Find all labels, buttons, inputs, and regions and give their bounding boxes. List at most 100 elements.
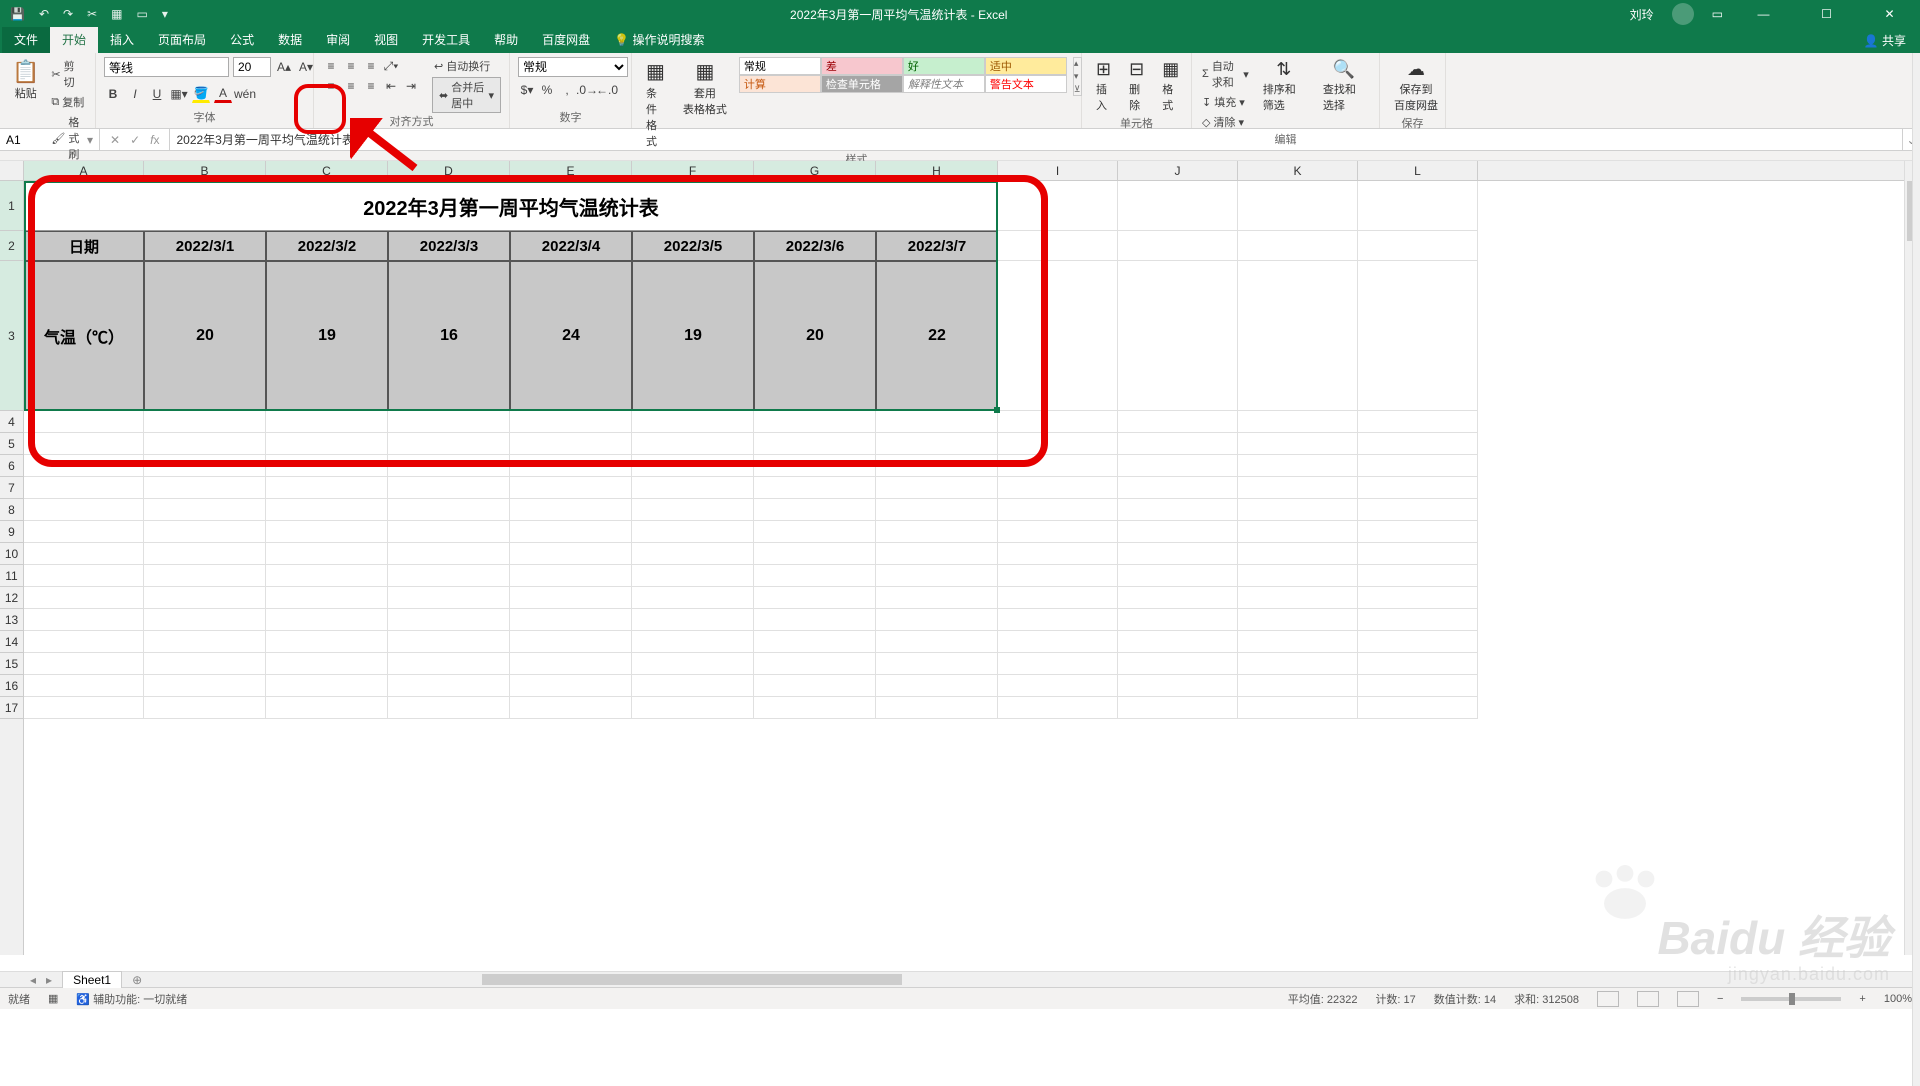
currency-icon[interactable]: $▾ xyxy=(518,81,536,99)
cell[interactable] xyxy=(1358,697,1478,719)
table-value-cell[interactable]: 20 xyxy=(144,261,266,411)
tab-file[interactable]: 文件 xyxy=(2,27,50,53)
cell[interactable] xyxy=(266,477,388,499)
cell[interactable] xyxy=(266,609,388,631)
style-calc[interactable]: 计算 xyxy=(739,75,821,93)
align-left-icon[interactable]: ≡ xyxy=(322,77,340,95)
tab-tellme[interactable]: 💡 操作说明搜索 xyxy=(602,27,716,53)
font-size-select[interactable] xyxy=(233,57,271,77)
cell[interactable] xyxy=(24,631,144,653)
cell[interactable] xyxy=(24,543,144,565)
select-all-corner[interactable] xyxy=(0,161,24,181)
cell[interactable] xyxy=(144,455,266,477)
cell[interactable] xyxy=(388,499,510,521)
cell[interactable] xyxy=(266,543,388,565)
underline-button[interactable]: U xyxy=(148,85,166,103)
cell[interactable] xyxy=(1118,477,1238,499)
cell[interactable] xyxy=(1358,543,1478,565)
cell[interactable] xyxy=(388,653,510,675)
cell[interactable] xyxy=(1358,631,1478,653)
cell[interactable] xyxy=(144,543,266,565)
cell[interactable] xyxy=(266,653,388,675)
cell[interactable] xyxy=(754,521,876,543)
tab-layout[interactable]: 页面布局 xyxy=(146,27,218,53)
tab-nav-next-icon[interactable]: ▸ xyxy=(46,973,52,987)
cell[interactable] xyxy=(144,653,266,675)
cell[interactable] xyxy=(754,411,876,433)
cell[interactable] xyxy=(754,565,876,587)
table-value-cell[interactable]: 20 xyxy=(754,261,876,411)
style-normal[interactable]: 常规 xyxy=(739,57,821,75)
cell[interactable] xyxy=(266,697,388,719)
cell[interactable] xyxy=(1238,631,1358,653)
cell[interactable] xyxy=(510,521,632,543)
row-header-14[interactable]: 14 xyxy=(0,631,23,653)
font-color-button[interactable]: A xyxy=(214,85,232,103)
cell[interactable] xyxy=(510,411,632,433)
cell[interactable] xyxy=(266,565,388,587)
cell[interactable] xyxy=(632,609,754,631)
cell[interactable] xyxy=(998,521,1118,543)
cell[interactable] xyxy=(510,543,632,565)
tab-view[interactable]: 视图 xyxy=(362,27,410,53)
undo-icon[interactable]: ↶ xyxy=(39,7,49,21)
cell[interactable] xyxy=(266,455,388,477)
name-box[interactable]: A1▾ xyxy=(0,129,100,150)
new-sheet-icon[interactable]: ⊕ xyxy=(132,973,142,987)
cell[interactable] xyxy=(1358,609,1478,631)
cell[interactable] xyxy=(24,455,144,477)
border-button[interactable]: ▦▾ xyxy=(170,85,188,103)
row-header-4[interactable]: 4 xyxy=(0,411,23,433)
cell[interactable] xyxy=(510,565,632,587)
cell[interactable] xyxy=(24,565,144,587)
style-warn[interactable]: 警告文本 xyxy=(985,75,1067,93)
cell[interactable] xyxy=(266,411,388,433)
comma-icon[interactable]: , xyxy=(558,81,576,99)
cell[interactable] xyxy=(1238,697,1358,719)
gallery-up-icon[interactable]: ▴ xyxy=(1074,58,1081,69)
cell[interactable] xyxy=(510,499,632,521)
cell[interactable] xyxy=(388,455,510,477)
cell[interactable] xyxy=(388,609,510,631)
tab-home[interactable]: 开始 xyxy=(50,27,98,53)
cell[interactable] xyxy=(24,433,144,455)
cell[interactable] xyxy=(754,543,876,565)
row-header-17[interactable]: 17 xyxy=(0,697,23,719)
ribbon-options-icon[interactable]: ▭ xyxy=(1712,7,1723,21)
col-header-A[interactable]: A xyxy=(24,161,144,180)
cell[interactable] xyxy=(998,609,1118,631)
cell[interactable] xyxy=(876,543,998,565)
cell[interactable] xyxy=(998,477,1118,499)
qat-more-icon[interactable]: ▾ xyxy=(162,7,168,21)
cell[interactable] xyxy=(1118,433,1238,455)
cell[interactable] xyxy=(1358,433,1478,455)
col-header-G[interactable]: G xyxy=(754,161,876,180)
cell[interactable] xyxy=(144,433,266,455)
cell[interactable] xyxy=(876,411,998,433)
cut-icon[interactable]: ✂ xyxy=(87,7,97,21)
table-header-date[interactable]: 2022/3/5 xyxy=(632,231,754,261)
tab-dev[interactable]: 开发工具 xyxy=(410,27,482,53)
cell[interactable] xyxy=(266,587,388,609)
cell[interactable] xyxy=(1358,521,1478,543)
cell[interactable] xyxy=(876,521,998,543)
cell[interactable] xyxy=(144,521,266,543)
zoom-level[interactable]: 100% xyxy=(1884,993,1912,1005)
cell[interactable] xyxy=(998,411,1118,433)
cell[interactable] xyxy=(388,543,510,565)
cell[interactable] xyxy=(510,675,632,697)
redo-icon[interactable]: ↷ xyxy=(63,7,73,21)
grid[interactable]: 2022年3月第一周平均气温统计表日期2022/3/12022/3/22022/… xyxy=(24,181,1904,955)
formula-input[interactable]: 2022年3月第一周平均气温统计表 xyxy=(170,129,1902,150)
cell[interactable] xyxy=(1118,565,1238,587)
row-headers[interactable]: 1234567891011121314151617 xyxy=(0,181,24,955)
table-header-date[interactable]: 2022/3/3 xyxy=(388,231,510,261)
cell[interactable] xyxy=(24,477,144,499)
cell[interactable] xyxy=(388,697,510,719)
row-header-11[interactable]: 11 xyxy=(0,565,23,587)
col-header-L[interactable]: L xyxy=(1358,161,1478,180)
cell[interactable] xyxy=(510,455,632,477)
cut-button[interactable]: ✂剪切 xyxy=(49,57,87,91)
cell[interactable] xyxy=(388,675,510,697)
view-normal-icon[interactable] xyxy=(1597,991,1619,1007)
